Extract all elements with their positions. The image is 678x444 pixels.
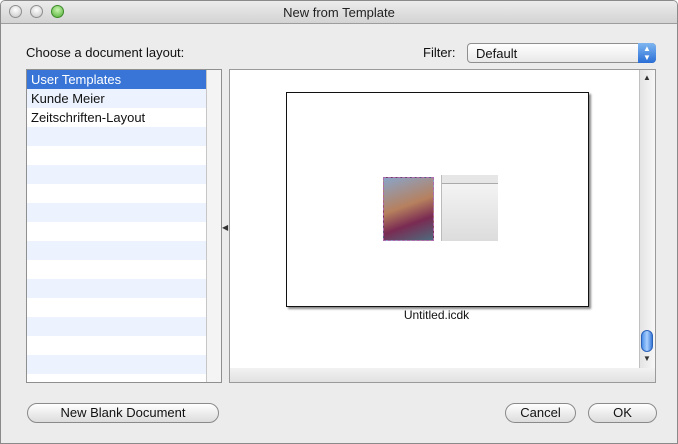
splitter-handle-icon[interactable]: ◀ [222,223,228,232]
layout-list-empty-row [27,127,207,146]
template-preview: Untitled.icdk ▲ ▼ [229,69,656,369]
layout-list-empty-row [27,146,207,165]
scroll-up-arrow-icon[interactable]: ▲ [643,73,651,82]
layout-list-item[interactable]: Zeitschriften-Layout [27,108,207,127]
scroll-down-arrow-icon[interactable]: ▼ [643,354,651,363]
layout-list-empty-row [27,203,207,222]
preview-screenshot-titlebar [442,175,498,184]
layout-list-empty-row [27,279,207,298]
layout-list-empty-row [27,298,207,317]
preview-page[interactable] [286,92,589,307]
layout-chooser-label: Choose a document layout: [26,45,185,60]
layout-list[interactable]: User Templates Kunde Meier Zeitschriften-L… [26,69,222,383]
scroll-thumb[interactable] [641,330,653,352]
layout-list-empty-row [27,260,207,279]
layout-list-scrollbar[interactable] [206,70,221,382]
layout-list-empty-row [27,355,207,374]
layout-list-item[interactable]: User Templates [27,70,207,89]
window-title: New from Template [283,5,395,20]
filter-value: Default [476,46,518,61]
layout-list-empty-row [27,222,207,241]
layout-list-empty-row [27,317,207,336]
title-bar: New from Template [1,1,677,24]
layout-list-empty-row [27,165,207,184]
layout-list-empty-row [27,184,207,203]
layout-list-empty-row [27,336,207,355]
preview-screenshot [441,175,498,241]
filter-popup[interactable]: Default ▲ ▼ [467,43,656,63]
preview-horizontal-scrollbar[interactable] [229,368,656,383]
preview-photo [383,177,434,241]
new-blank-document-button[interactable]: New Blank Document [27,403,219,423]
ok-button[interactable]: OK [588,403,657,423]
layout-list-empty-row [27,241,207,260]
cancel-button[interactable]: Cancel [505,403,576,423]
updown-arrows-icon: ▲ ▼ [638,43,656,63]
layout-list-item[interactable]: Kunde Meier [27,89,207,108]
preview-caption: Untitled.icdk [403,308,470,322]
preview-vertical-scrollbar[interactable]: ▲ ▼ [639,70,655,368]
dialog-window: New from Template Choose a document layo… [0,0,678,444]
filter-label: Filter: [423,45,456,60]
